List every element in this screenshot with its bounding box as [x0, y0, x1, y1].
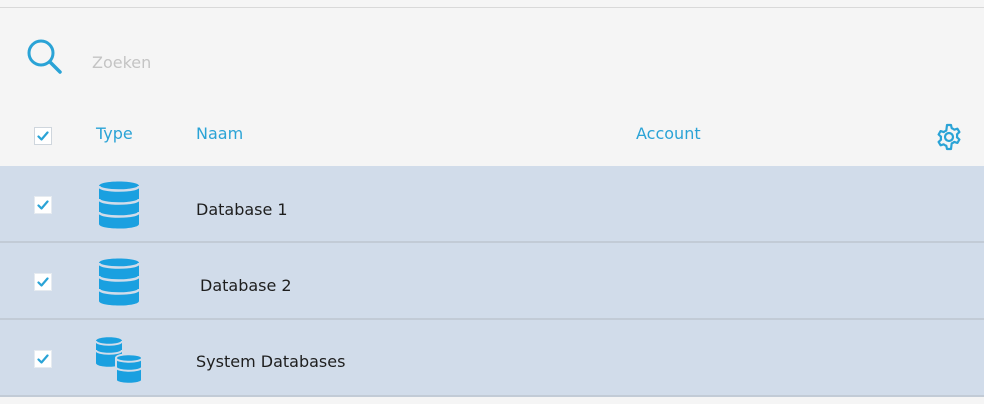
column-header-account[interactable]: Account	[636, 124, 701, 143]
select-all-checkbox[interactable]	[34, 127, 52, 145]
checkmark-icon	[37, 277, 49, 287]
table-row[interactable]: Database 2	[0, 243, 984, 320]
column-header-name[interactable]: Naam	[196, 124, 243, 143]
gear-icon[interactable]	[934, 122, 964, 152]
database-icon	[97, 256, 141, 312]
search-input[interactable]	[92, 50, 492, 74]
row-checkbox[interactable]	[34, 350, 52, 368]
database-icon	[97, 179, 141, 235]
checkmark-icon	[37, 354, 49, 364]
row-name: Database 1	[196, 200, 288, 219]
row-checkbox[interactable]	[34, 196, 52, 214]
column-header-type[interactable]: Type	[96, 124, 133, 143]
table-header: Type Naam Account	[0, 108, 984, 166]
checkmark-icon	[37, 131, 49, 141]
row-checkbox[interactable]	[34, 273, 52, 291]
table-row[interactable]: Database 1	[0, 166, 984, 243]
search-icon[interactable]	[24, 36, 64, 76]
search-bar	[0, 8, 984, 108]
multiple-databases-icon	[95, 336, 144, 390]
row-name: System Databases	[196, 352, 346, 371]
checkmark-icon	[37, 200, 49, 210]
table-row[interactable]: System Databases	[0, 320, 984, 397]
row-name: Database 2	[200, 276, 292, 295]
